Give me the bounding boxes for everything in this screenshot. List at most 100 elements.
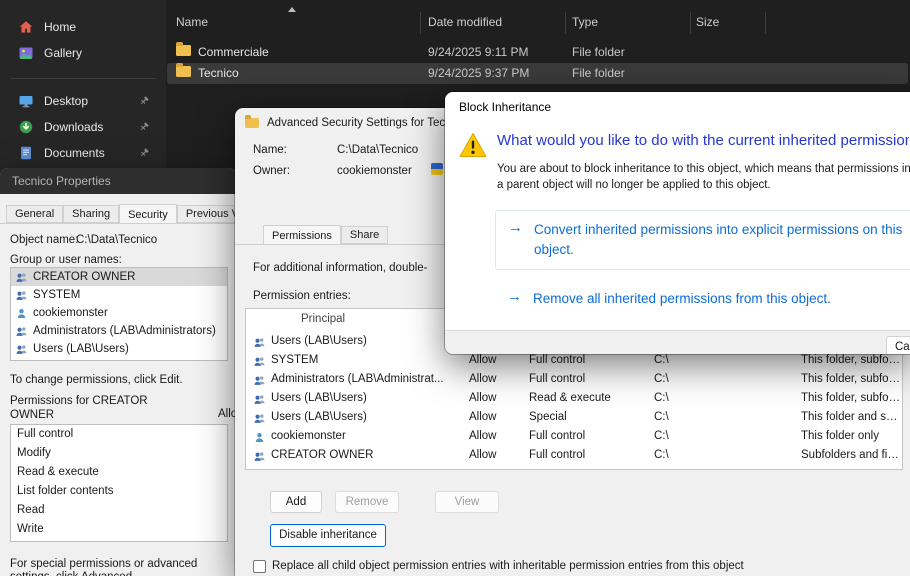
permission-entry-row[interactable]: Users (LAB\Users) Allow Read & execute C… bbox=[246, 390, 902, 409]
entry-type: Allow bbox=[469, 373, 496, 385]
owner-badge-icon bbox=[431, 163, 443, 175]
sidebar-item-documents[interactable]: Documents bbox=[6, 140, 160, 166]
tab-previous-versions[interactable]: Previous Versions bbox=[177, 205, 237, 223]
entry-applies-to: This folder only bbox=[801, 430, 901, 442]
convert-permissions-option[interactable]: → Convert inherited permissions into exp… bbox=[495, 210, 910, 270]
column-header-type[interactable]: Type bbox=[572, 15, 598, 29]
sidebar-item-gallery[interactable]: Gallery bbox=[6, 40, 160, 66]
entry-inherited-from: C:\ bbox=[654, 411, 669, 423]
entry-principal: SYSTEM bbox=[271, 354, 467, 366]
cancel-button[interactable]: Cancel bbox=[886, 336, 910, 354]
permission-item[interactable]: Read & execute bbox=[11, 463, 227, 482]
tab-general[interactable]: General bbox=[6, 205, 63, 223]
group-icon bbox=[253, 412, 266, 425]
entry-type: Allow bbox=[469, 354, 496, 366]
column-separator[interactable] bbox=[690, 12, 691, 34]
group-icon bbox=[253, 336, 266, 349]
properties-titlebar[interactable]: Tecnico Properties bbox=[0, 168, 237, 194]
tab-security[interactable]: Security bbox=[119, 204, 177, 224]
file-name: Commerciale bbox=[198, 45, 269, 59]
permission-entry-row[interactable]: cookiemonster Allow Full control C:\ Thi… bbox=[246, 428, 902, 447]
user-list-item[interactable]: Users (LAB\Users) bbox=[11, 340, 227, 358]
column-header-date-modified[interactable]: Date modified bbox=[428, 15, 502, 29]
dialog-footer: Cancel bbox=[445, 330, 910, 354]
user-name: Administrators (LAB\Administrators) bbox=[33, 325, 216, 337]
permission-item[interactable]: List folder contents bbox=[11, 482, 227, 501]
group-user-list[interactable]: CREATOR OWNER SYSTEM cookiemonster Admin… bbox=[10, 267, 228, 361]
entry-principal: Users (LAB\Users) bbox=[271, 411, 467, 423]
sort-ascending-icon bbox=[288, 7, 296, 12]
dialog-title: Advanced Security Settings for Tecnico bbox=[267, 117, 466, 129]
entry-principal: Users (LAB\Users) bbox=[271, 335, 467, 347]
entry-inherited-from: C:\ bbox=[654, 354, 669, 366]
owner-label: Owner: bbox=[253, 165, 290, 177]
entry-inherited-from: C:\ bbox=[654, 392, 669, 404]
permission-entry-row[interactable]: Administrators (LAB\Administrat... Allow… bbox=[246, 371, 902, 390]
sidebar-item-home[interactable]: Home bbox=[6, 14, 160, 40]
folder-icon bbox=[176, 66, 191, 77]
remove-button[interactable]: Remove bbox=[335, 491, 399, 513]
group-icon bbox=[253, 393, 266, 406]
column-header-name[interactable]: Name bbox=[176, 15, 208, 29]
sidebar-item-label: Documents bbox=[44, 146, 105, 160]
properties-tabs: General Sharing Security Previous Versio… bbox=[6, 202, 237, 224]
dialog-title: Block Inheritance bbox=[459, 100, 551, 114]
column-separator[interactable] bbox=[420, 12, 421, 34]
column-separator[interactable] bbox=[565, 12, 566, 34]
pin-icon[interactable] bbox=[138, 147, 150, 159]
add-button[interactable]: Add bbox=[270, 491, 322, 513]
remove-permissions-option[interactable]: → Remove all inherited permissions from … bbox=[495, 282, 910, 318]
sidebar-item-label: Gallery bbox=[44, 46, 82, 60]
entry-applies-to: This folder, subfolders and files bbox=[801, 354, 901, 366]
file-row-commerciale[interactable]: Commerciale 9/24/2025 9:11 PM File folde… bbox=[167, 42, 908, 63]
permission-item[interactable]: Read bbox=[11, 501, 227, 520]
file-row-tecnico[interactable]: Tecnico 9/24/2025 9:37 PM File folder bbox=[167, 63, 908, 84]
user-name: CREATOR OWNER bbox=[33, 271, 135, 283]
group-icon bbox=[253, 450, 266, 463]
command-link-label: Remove all inherited permissions from th… bbox=[533, 289, 910, 309]
permission-item[interactable]: Full control bbox=[11, 425, 227, 444]
user-name: SYSTEM bbox=[33, 289, 80, 301]
entry-access: Read & execute bbox=[529, 392, 611, 404]
permission-entry-row[interactable]: CREATOR OWNER Allow Full control C:\ Sub… bbox=[246, 447, 902, 466]
tab-share[interactable]: Share bbox=[341, 226, 388, 244]
file-type: File folder bbox=[572, 45, 625, 59]
user-list-item[interactable]: Administrators (LAB\Administrators) bbox=[11, 322, 227, 340]
entry-principal: Administrators (LAB\Administrat... bbox=[271, 373, 467, 385]
screenshot-root: Home Gallery Desktop Downloads Documents… bbox=[0, 0, 910, 576]
permission-item[interactable]: Modify bbox=[11, 444, 227, 463]
permission-entry-row[interactable]: Users (LAB\Users) Allow Special C:\ This… bbox=[246, 409, 902, 428]
sidebar-item-desktop[interactable]: Desktop bbox=[6, 88, 160, 114]
entry-type: Allow bbox=[469, 411, 496, 423]
user-list-item[interactable]: SYSTEM bbox=[11, 286, 227, 304]
column-header-size[interactable]: Size bbox=[696, 15, 719, 29]
group-icon bbox=[15, 343, 28, 356]
gallery-icon bbox=[18, 45, 34, 61]
disable-inheritance-button[interactable]: Disable inheritance bbox=[270, 524, 386, 547]
entry-access: Full control bbox=[529, 449, 585, 461]
block-inheritance-titlebar[interactable]: Block Inheritance bbox=[445, 92, 910, 122]
principal-column-header[interactable]: Principal bbox=[301, 313, 345, 325]
pin-icon[interactable] bbox=[138, 95, 150, 107]
user-list-item[interactable]: CREATOR OWNER bbox=[11, 268, 227, 286]
entry-access: Full control bbox=[529, 430, 585, 442]
pin-icon[interactable] bbox=[138, 121, 150, 133]
permissions-list[interactable]: Full control Modify Read & execute List … bbox=[10, 424, 228, 542]
object-name-label: Object name: bbox=[10, 234, 78, 246]
tab-permissions[interactable]: Permissions bbox=[263, 225, 341, 245]
user-list-item[interactable]: cookiemonster bbox=[11, 304, 227, 322]
folder-icon bbox=[245, 118, 259, 128]
tab-sharing[interactable]: Sharing bbox=[63, 205, 119, 223]
sidebar-item-downloads[interactable]: Downloads bbox=[6, 114, 160, 140]
entry-applies-to: This folder, subfolders and files bbox=[801, 373, 901, 385]
entry-type: Allow bbox=[469, 392, 496, 404]
permission-entry-row[interactable]: SYSTEM Allow Full control C:\ This folde… bbox=[246, 352, 902, 371]
view-button[interactable]: View bbox=[435, 491, 499, 513]
sidebar-item-label: Desktop bbox=[44, 94, 88, 108]
column-separator[interactable] bbox=[765, 12, 766, 34]
replace-permissions-checkbox[interactable] bbox=[253, 560, 266, 573]
advanced-hint-text: For special permissions or advanced sett… bbox=[10, 558, 232, 576]
permission-item[interactable]: Write bbox=[11, 520, 227, 539]
group-user-names-label: Group or user names: bbox=[10, 254, 122, 266]
object-name-value: C:\Data\Tecnico bbox=[76, 234, 157, 246]
